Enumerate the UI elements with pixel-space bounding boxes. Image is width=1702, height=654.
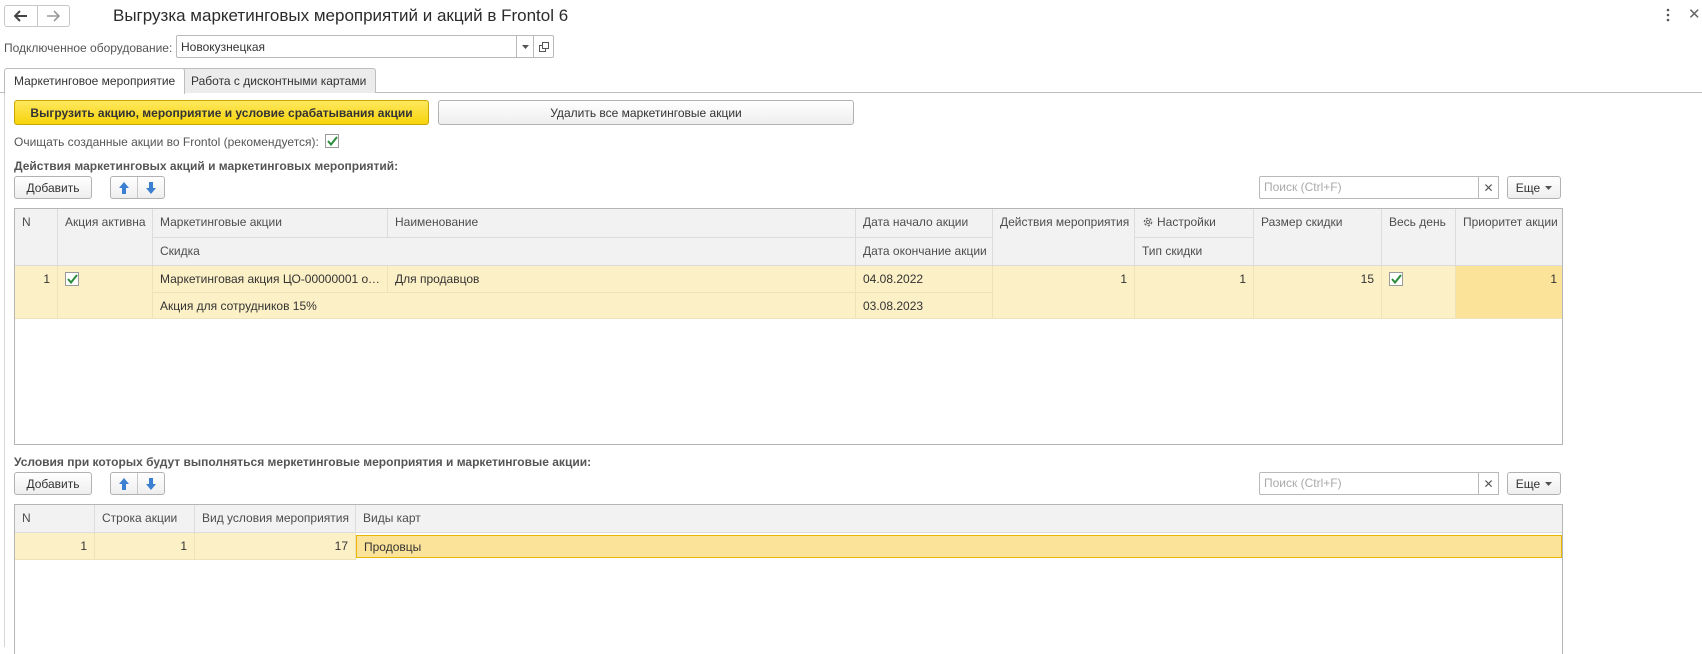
- col-discount[interactable]: Скидка: [153, 238, 856, 266]
- promo-row-priority[interactable]: 1: [1456, 266, 1562, 319]
- chevron-down-icon: [1545, 185, 1553, 190]
- promo-search-clear-button[interactable]: ✕: [1479, 176, 1499, 199]
- export-promo-button[interactable]: Выгрузить акцию, мероприятие и условие с…: [14, 100, 429, 125]
- promo-move-down-button[interactable]: [137, 177, 164, 198]
- col-n[interactable]: N: [15, 505, 95, 533]
- promo-section-title: Действия маркетинговых акций и маркетинг…: [14, 159, 399, 173]
- vertical-dots-icon[interactable]: [1666, 8, 1670, 22]
- clear-x-icon: ✕: [1483, 180, 1494, 195]
- conditions-move-buttons: [110, 472, 165, 495]
- promo-more-label: Еще: [1515, 180, 1541, 195]
- tab-discount-cards[interactable]: Работа с дисконтными картами: [181, 68, 377, 93]
- promo-move-up-button[interactable]: [111, 177, 137, 198]
- col-promo-row[interactable]: Строка акции: [95, 505, 195, 533]
- col-card-types[interactable]: Виды карт: [356, 505, 1562, 533]
- conditions-more-label: Еще: [1515, 476, 1541, 491]
- col-settings-label: Настройки: [1157, 215, 1216, 229]
- col-date-start[interactable]: Дата начало акции: [856, 209, 993, 238]
- promo-row-name[interactable]: Для продавцов: [388, 266, 856, 293]
- promo-row-discount-size[interactable]: 15: [1254, 266, 1382, 319]
- col-promo-active[interactable]: Акция активна: [58, 209, 153, 266]
- promo-row-active-cell[interactable]: [58, 266, 153, 319]
- promo-table: N Акция активна Маркетинговые акции Наим…: [14, 208, 1563, 445]
- promo-row-date-end[interactable]: 03.08.2023: [856, 293, 993, 319]
- clear-promos-label: Очищать созданные акции во Frontol (реко…: [14, 135, 319, 149]
- arrow-up-icon: [119, 181, 129, 194]
- back-button[interactable]: [5, 6, 37, 26]
- col-settings[interactable]: Настройки: [1135, 209, 1254, 238]
- page-left-border: [4, 92, 5, 647]
- equipment-open-button[interactable]: [534, 35, 554, 58]
- promo-search-input[interactable]: Поиск (Ctrl+F): [1259, 176, 1479, 199]
- col-discount-size[interactable]: Размер скидки: [1254, 209, 1382, 266]
- checkmark-icon: [326, 136, 338, 146]
- col-name[interactable]: Наименование: [388, 209, 856, 238]
- promo-row-date-start[interactable]: 04.08.2022: [856, 266, 993, 293]
- promo-row-n[interactable]: 1: [15, 266, 58, 319]
- conditions-search-input[interactable]: Поиск (Ctrl+F): [1259, 472, 1479, 495]
- promo-row-settings[interactable]: 1: [1135, 266, 1254, 319]
- col-date-end[interactable]: Дата окончание акции: [856, 238, 993, 266]
- tab-marketing-event[interactable]: Маркетинговое мероприятие: [4, 68, 186, 94]
- checkmark-icon: [1390, 274, 1402, 284]
- promo-row-event-actions[interactable]: 1: [993, 266, 1135, 319]
- arrow-up-icon: [119, 477, 129, 490]
- delete-all-promos-button[interactable]: Удалить все маркетинговые акции: [438, 100, 854, 125]
- col-priority[interactable]: Приоритет акции: [1456, 209, 1562, 266]
- condition-row-condition-type[interactable]: 17: [195, 533, 356, 560]
- promo-move-buttons: [110, 176, 165, 199]
- window-title: Выгрузка маркетинговых мероприятий и акц…: [113, 6, 569, 25]
- conditions-section-title: Условия при которых будут выполняться ме…: [14, 455, 592, 469]
- chevron-down-icon: [521, 44, 529, 49]
- col-marketing-promos[interactable]: Маркетинговые акции: [153, 209, 388, 238]
- condition-row-card-types[interactable]: Продовцы: [356, 535, 1562, 558]
- promo-row-all-day-cell[interactable]: [1382, 266, 1456, 319]
- equipment-dropdown-button[interactable]: [516, 35, 534, 58]
- col-n[interactable]: N: [15, 209, 58, 266]
- condition-row-promo-row[interactable]: 1: [95, 533, 195, 560]
- navigation-buttons: [4, 5, 70, 27]
- forward-button[interactable]: [36, 6, 70, 26]
- gear-icon: [1143, 217, 1153, 227]
- col-condition-type[interactable]: Вид условия мероприятия: [195, 505, 356, 533]
- clear-promos-checkbox[interactable]: [325, 134, 339, 148]
- conditions-move-up-button[interactable]: [111, 473, 137, 494]
- arrow-left-icon: [13, 10, 27, 22]
- conditions-search-clear-button[interactable]: ✕: [1479, 472, 1499, 495]
- col-event-actions[interactable]: Действия мероприятия: [993, 209, 1135, 266]
- arrow-down-icon: [146, 181, 156, 194]
- promo-row-discount[interactable]: Акция для сотрудников 15%: [153, 293, 856, 319]
- conditions-table: N Строка акции Вид условия мероприятия В…: [14, 504, 1563, 654]
- col-discount-type[interactable]: Тип скидки: [1135, 238, 1254, 266]
- equipment-field[interactable]: Новокузнецкая: [176, 35, 516, 58]
- col-all-day[interactable]: Весь день: [1382, 209, 1456, 266]
- conditions-move-down-button[interactable]: [137, 473, 164, 494]
- clear-x-icon: ✕: [1483, 476, 1494, 491]
- promo-active-checkbox[interactable]: [65, 272, 79, 286]
- condition-row-n[interactable]: 1: [15, 533, 95, 560]
- arrow-down-icon: [146, 477, 156, 490]
- equipment-label: Подключенное оборудование:: [4, 41, 173, 55]
- open-window-icon: [538, 41, 549, 52]
- all-day-checkbox[interactable]: [1389, 272, 1403, 286]
- conditions-add-button[interactable]: Добавить: [14, 472, 92, 495]
- promo-add-button[interactable]: Добавить: [14, 176, 92, 199]
- checkmark-icon: [66, 274, 78, 284]
- promo-row-promo[interactable]: Маркетинговая акция ЦО-00000001 от 04.08…: [153, 266, 388, 293]
- promo-more-button[interactable]: Еще: [1507, 176, 1561, 199]
- close-icon[interactable]: ✕: [1688, 5, 1701, 23]
- conditions-more-button[interactable]: Еще: [1507, 472, 1561, 495]
- chevron-down-icon: [1545, 481, 1553, 486]
- arrow-right-icon: [47, 10, 61, 22]
